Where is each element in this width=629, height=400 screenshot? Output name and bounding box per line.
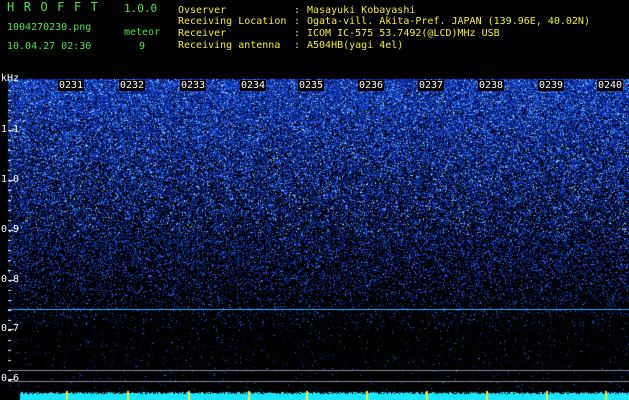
observer-label: Ovserver <box>178 5 227 16</box>
app-title: HROFFT <box>7 0 108 14</box>
capture-datetime: 10.04.27 02:30 <box>7 41 92 52</box>
spectrogram-canvas <box>0 0 629 400</box>
antenna-value: A504HB(yagi 4el) <box>307 40 404 51</box>
info-separator: : <box>294 28 301 39</box>
event-type-label: meteor <box>124 27 161 38</box>
event-count: 9 <box>139 41 146 52</box>
info-separator: : <box>294 16 301 27</box>
location-value: Ogata-vill. Akita-Pref. JAPAN (139.96E, … <box>307 16 590 27</box>
receiver-label: Receiver <box>178 28 227 39</box>
location-label: Receiving Location <box>178 16 287 27</box>
antenna-label: Receiving antenna <box>178 40 281 51</box>
info-separator: : <box>294 40 301 51</box>
image-filename: 1004270230.png <box>7 22 92 33</box>
info-separator: : <box>294 5 301 16</box>
observer-value: Masayuki Kobayashi <box>307 5 416 16</box>
app-version: 1.0.0 <box>124 2 158 15</box>
receiver-value: ICOM IC-575 53.7492(@LCD)MHz USB <box>307 28 500 39</box>
